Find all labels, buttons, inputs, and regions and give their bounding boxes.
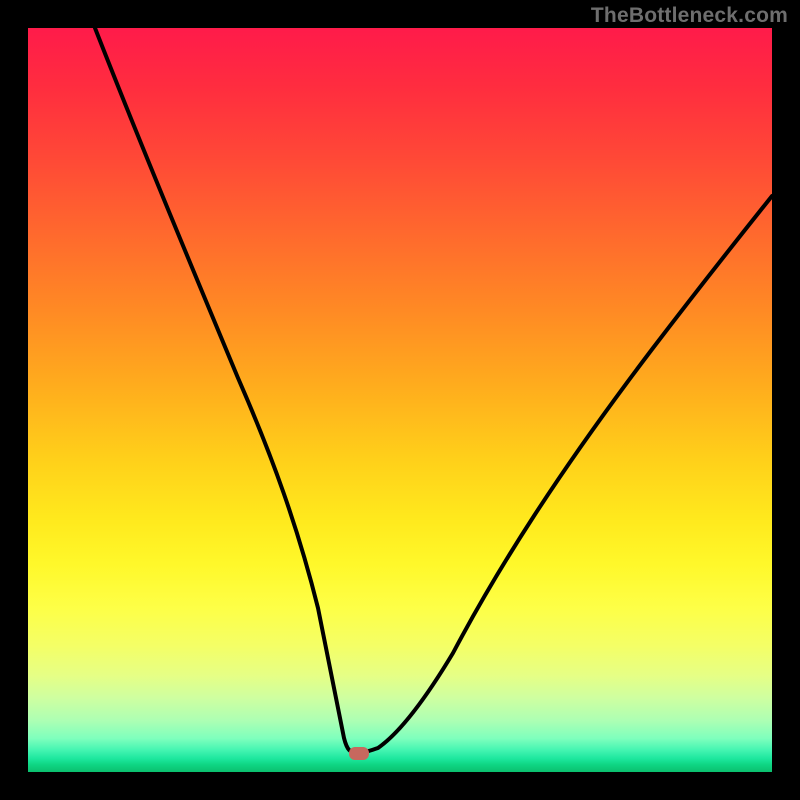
optimal-marker [349, 747, 369, 760]
bottleneck-curve [95, 28, 772, 753]
watermark-text: TheBottleneck.com [591, 4, 788, 28]
chart-stage: TheBottleneck.com [0, 0, 800, 800]
plot-area [28, 28, 772, 772]
curve-svg [28, 28, 772, 772]
